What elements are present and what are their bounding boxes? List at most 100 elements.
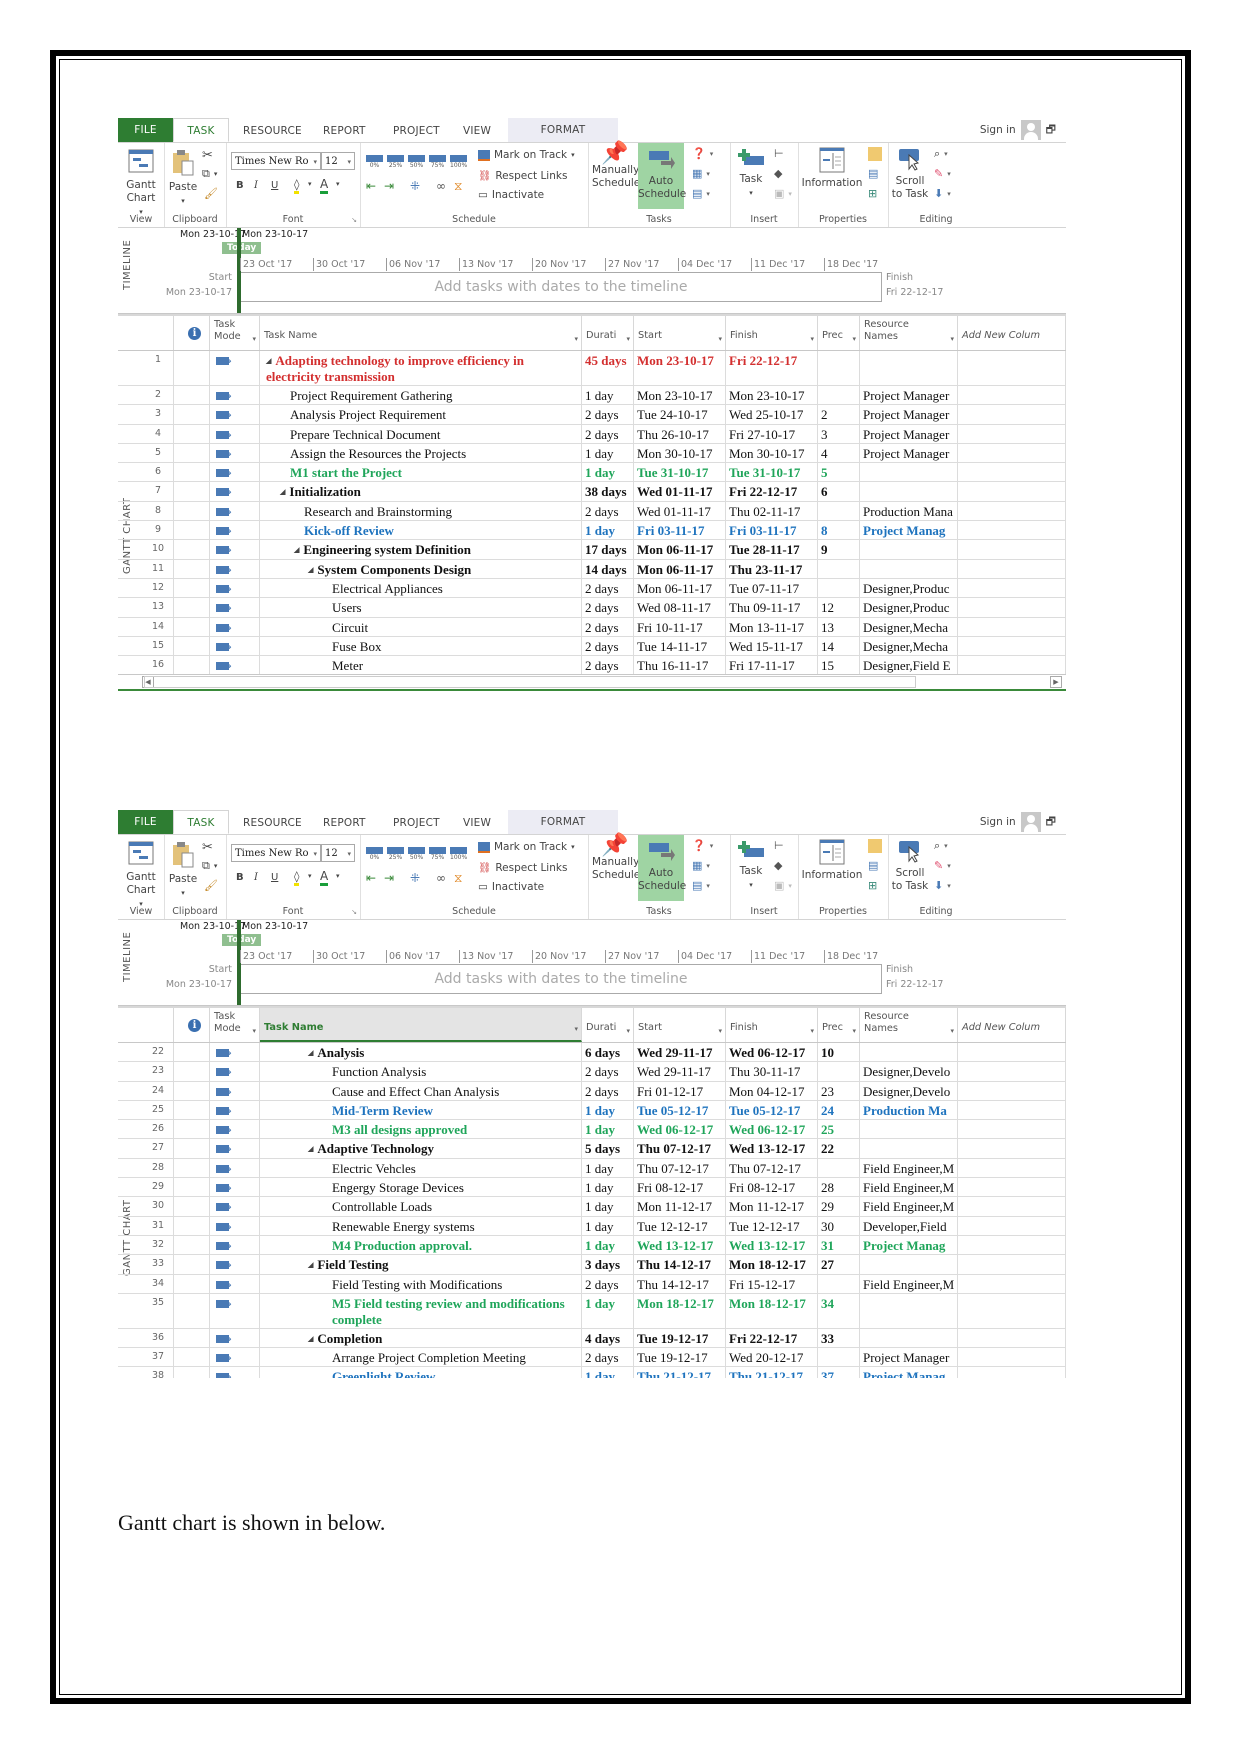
task-mode-cell[interactable] — [210, 656, 260, 675]
task-row[interactable]: 23 Function Analysis2 daysWed 29-11-17Thu… — [118, 1062, 1066, 1082]
predecessors-cell[interactable]: 10 — [818, 1043, 860, 1062]
finish-cell[interactable]: Wed 06-12-17 — [726, 1043, 818, 1062]
start-cell[interactable]: Thu 14-12-17 — [634, 1255, 726, 1274]
finish-cell[interactable]: Fri 22-12-17 — [726, 351, 818, 385]
add-new-column-cell[interactable] — [958, 617, 1066, 636]
details-icon[interactable]: ▤ — [868, 167, 878, 180]
add-new-column-cell[interactable] — [958, 386, 1066, 405]
duration-cell[interactable]: 1 day — [582, 1197, 634, 1216]
finish-cell[interactable]: Wed 13-12-17 — [726, 1235, 818, 1255]
duration-cell[interactable]: 1 day — [582, 386, 634, 405]
tab-format[interactable]: FORMAT — [508, 810, 618, 834]
resource-cell[interactable] — [860, 1255, 958, 1274]
gantt-chart-button[interactable]: Gantt Chart ▾ — [124, 841, 158, 911]
task-row[interactable]: 34 Field Testing with Modifications2 days… — [118, 1274, 1066, 1294]
start-cell[interactable]: Tue 12-12-17 — [634, 1216, 726, 1235]
header-add-new-column[interactable]: Add New Colum — [958, 1008, 1066, 1042]
predecessors-cell[interactable]: 6 — [818, 482, 860, 501]
tab-report[interactable]: REPORT — [323, 120, 366, 142]
tab-view[interactable]: VIEW — [463, 812, 491, 834]
row-id[interactable]: 22 — [142, 1043, 174, 1062]
predecessors-cell[interactable]: 23 — [818, 1081, 860, 1100]
finish-cell[interactable]: Fri 17-11-17 — [726, 656, 818, 675]
predecessors-cell[interactable]: 9 — [818, 540, 860, 559]
font-size-select[interactable]: 12 ▾ — [321, 152, 355, 170]
percent-50-button[interactable]: 50% — [408, 155, 425, 169]
task-row[interactable]: 37 Arrange Project Completion Meeting2 da… — [118, 1348, 1066, 1368]
notes-icon[interactable] — [868, 147, 882, 161]
predecessors-cell[interactable]: 13 — [818, 617, 860, 636]
task-row[interactable]: 22 ◢Analysis6 daysWed 29-11-17Wed 06-12-1… — [118, 1043, 1066, 1063]
add-new-column-cell[interactable] — [958, 463, 1066, 482]
finish-cell[interactable]: Thu 23-11-17 — [726, 559, 818, 578]
task-mode-cell[interactable] — [210, 1081, 260, 1100]
task-row[interactable]: 29Engergy Storage Devices1 dayFri 08-12-… — [118, 1178, 1066, 1198]
start-cell[interactable]: Tue 19-12-17 — [634, 1328, 726, 1348]
resource-cell[interactable] — [860, 559, 958, 578]
row-id[interactable]: 36 — [142, 1328, 174, 1348]
task-mode-cell[interactable] — [210, 482, 260, 501]
milestone-icon[interactable]: ◆ — [774, 859, 782, 872]
start-cell[interactable]: Thu 21-12-17 — [634, 1367, 726, 1379]
task-mode-cell[interactable] — [210, 1120, 260, 1139]
header-resource-names[interactable]: Resource Names ▾ — [860, 1008, 958, 1042]
task-row[interactable]: 14 Circuit2 daysFri 10-11-17Mon 13-11-171… — [118, 617, 1066, 637]
move-task-icon[interactable]: ▦ ▾ — [692, 859, 710, 872]
percent-75-button[interactable]: 75% — [429, 847, 446, 861]
header-finish[interactable]: Finish ▾ — [726, 1008, 818, 1042]
summary-icon[interactable]: ⊢ — [774, 839, 784, 852]
split-task-icon[interactable]: ⁜ — [410, 871, 420, 885]
predecessors-cell[interactable]: 5 — [818, 463, 860, 482]
task-row[interactable]: 12 Electrical Appliances2 daysMon 06-11-1… — [118, 578, 1066, 599]
scroll-to-task-button[interactable]: Scroll to Task — [890, 839, 930, 893]
add-new-column-cell[interactable] — [958, 1328, 1066, 1348]
task-row[interactable]: 9Kick-off Review1 dayFri 03-11-17Fri 03-… — [118, 521, 1066, 541]
predecessors-cell[interactable] — [818, 501, 860, 521]
task-mode-cell[interactable] — [210, 1216, 260, 1235]
predecessors-cell[interactable]: 34 — [818, 1293, 860, 1328]
highlight-dropdown-icon[interactable]: ▾ — [308, 180, 312, 188]
finish-cell[interactable]: Tue 28-11-17 — [726, 540, 818, 559]
predecessors-cell[interactable] — [818, 1062, 860, 1081]
task-mode-cell[interactable] — [210, 443, 260, 463]
finish-cell[interactable]: Thu 09-11-17 — [726, 598, 818, 617]
task-mode-cell[interactable] — [210, 1235, 260, 1255]
duration-cell[interactable]: 1 day — [582, 1158, 634, 1178]
resource-cell[interactable]: Developer,Field — [860, 1216, 958, 1235]
add-new-column-cell[interactable] — [958, 351, 1066, 385]
task-mode-cell[interactable] — [210, 405, 260, 424]
add-new-column-cell[interactable] — [958, 578, 1066, 598]
task-row[interactable]: 24 Cause and Effect Chan Analysis2 daysFr… — [118, 1081, 1066, 1101]
start-cell[interactable]: Fri 01-12-17 — [634, 1081, 726, 1100]
tab-project[interactable]: PROJECT — [393, 812, 440, 834]
task-mode-cell[interactable] — [210, 598, 260, 617]
duration-cell[interactable]: 2 days — [582, 578, 634, 598]
start-cell[interactable]: Mon 06-11-17 — [634, 540, 726, 559]
task-mode-dropdown-icon[interactable]: ▾ — [252, 1025, 256, 1037]
move-task-icon[interactable]: ▦ ▾ — [692, 167, 710, 180]
finish-cell[interactable]: Fri 03-11-17 — [726, 521, 818, 540]
task-name-cell[interactable]: Controllable Loads — [260, 1197, 582, 1216]
add-new-column-cell[interactable] — [958, 501, 1066, 521]
header-task-name[interactable]: Task Name ▾ — [260, 316, 582, 350]
task-row[interactable]: 16 Meter2 daysThu 16-11-17Fri 17-11-1715D… — [118, 656, 1066, 675]
predecessors-cell[interactable]: 27 — [818, 1255, 860, 1274]
row-id[interactable]: 34 — [142, 1274, 174, 1293]
predecessors-cell[interactable]: 15 — [818, 656, 860, 675]
resource-cell[interactable]: Project Manager — [860, 386, 958, 405]
task-mode-dropdown-icon[interactable]: ▾ — [252, 333, 256, 345]
duration-cell[interactable]: 1 day — [582, 521, 634, 540]
duration-cell[interactable]: 1 day — [582, 1216, 634, 1235]
resource-cell[interactable] — [860, 1043, 958, 1062]
copy-icon[interactable]: ⧉ ▾ — [202, 167, 217, 181]
task-name-cell[interactable]: Cause and Effect Chan Analysis — [260, 1081, 582, 1100]
finish-cell[interactable]: Mon 18-12-17 — [726, 1293, 818, 1328]
predecessors-cell[interactable] — [818, 1158, 860, 1178]
duration-cell[interactable]: 1 day — [582, 1293, 634, 1328]
start-cell[interactable]: Wed 13-12-17 — [634, 1235, 726, 1255]
task-mode-cell[interactable] — [210, 1043, 260, 1062]
add-new-column-cell[interactable] — [958, 1235, 1066, 1255]
header-task-mode[interactable]: Task Mode ▾ — [210, 316, 260, 350]
deliverable-icon[interactable]: ▣ ▾ — [774, 879, 792, 892]
unlink-tasks-icon[interactable]: ⧖ — [454, 179, 462, 194]
